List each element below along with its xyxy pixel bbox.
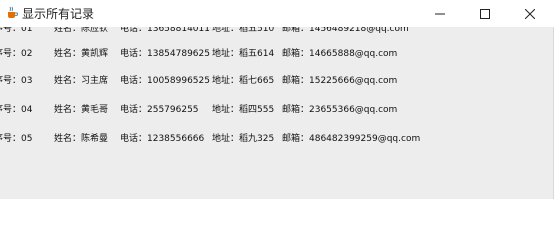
record-mail: 邮箱：15225666@qq.com	[282, 76, 398, 86]
record-addr: 地址：稻四555	[212, 105, 275, 115]
record-tel: 电话：1238556666	[120, 134, 205, 144]
record-seq: 序号：02	[0, 49, 33, 59]
record-tel: 电话：255796255	[120, 105, 199, 115]
record-name: 姓名：陈希曼	[54, 134, 109, 144]
record-tel: 电话：13854789625	[120, 49, 210, 59]
close-icon	[525, 8, 535, 19]
maximize-icon	[480, 8, 490, 19]
record-mail: 邮箱：23655366@qq.com	[282, 105, 398, 115]
close-button[interactable]	[508, 0, 552, 27]
record-mail: 邮箱：486482399259@qq.com	[282, 134, 421, 144]
app-window: 显示所有记录 序号：01 姓名：陈应钦 电话：13658814011 地址：稻五…	[0, 0, 554, 205]
record-seq: 序号：04	[0, 105, 33, 115]
window-title: 显示所有记录	[22, 7, 95, 21]
record-addr: 地址：稻七665	[212, 76, 275, 86]
minimize-button[interactable]	[418, 0, 462, 27]
record-seq: 序号：03	[0, 76, 33, 86]
java-cup-icon	[8, 6, 18, 18]
record-mail: 邮箱：14665888@qq.com	[282, 49, 398, 59]
maximize-button[interactable]	[463, 0, 507, 27]
window-bottom-edge	[0, 199, 554, 205]
record-name: 姓名：黄毛哥	[54, 105, 109, 115]
minimize-icon	[435, 13, 445, 14]
record-addr: 地址：稻九325	[212, 134, 275, 144]
record-name: 姓名：习主席	[54, 76, 109, 86]
record-seq: 序号：05	[0, 134, 33, 144]
record-tel: 电话：10058996525	[120, 76, 210, 86]
title-bar[interactable]: 显示所有记录	[0, 0, 554, 27]
record-name: 姓名：黄凯辉	[54, 49, 109, 59]
records-panel: 序号：01 姓名：陈应钦 电话：13658814011 地址：稻五510 邮箱：…	[0, 24, 554, 205]
record-addr: 地址：稻五614	[212, 49, 275, 59]
